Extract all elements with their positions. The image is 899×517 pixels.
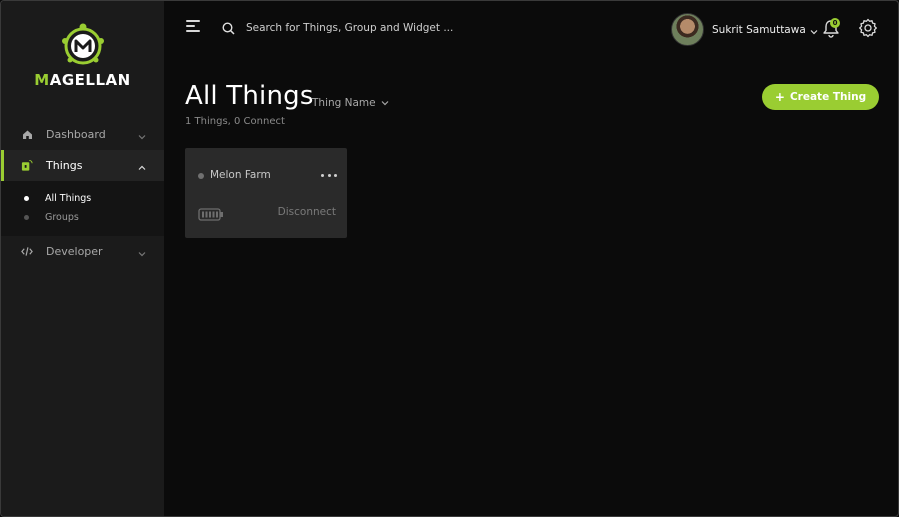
code-icon: [21, 246, 33, 258]
home-icon: [21, 129, 33, 141]
topbar: Sukrit Samuttawa 0: [164, 1, 898, 57]
create-thing-label: Create Thing: [789, 91, 867, 103]
submenu-item-label: All Things: [45, 193, 92, 204]
app-window: MAGELLAN Dashboard Things All Things Gro…: [0, 0, 899, 517]
sidebar-item-developer[interactable]: Developer: [1, 236, 164, 267]
user-name: Sukrit Samuttawa: [712, 23, 806, 36]
submenu-item-label: Groups: [45, 212, 79, 223]
bullet-icon: [24, 196, 29, 201]
chevron-down-icon: [381, 97, 389, 109]
user-menu[interactable]: Sukrit Samuttawa: [671, 13, 818, 46]
sidebar-item-things[interactable]: Things: [1, 150, 164, 181]
submenu-item-groups[interactable]: Groups: [1, 208, 164, 227]
submenu-item-all-things[interactable]: All Things: [1, 189, 164, 208]
main-content: All Things Thing Name 1 Things, 0 Connec…: [164, 57, 898, 516]
sidebar-item-label: Dashboard: [46, 128, 106, 141]
status-dot: [198, 173, 204, 179]
chevron-down-icon: [138, 130, 146, 143]
battery-icon: [198, 206, 224, 225]
sort-dropdown[interactable]: Thing Name: [312, 97, 389, 109]
gear-icon[interactable]: [858, 18, 878, 42]
search-input[interactable]: [246, 18, 546, 38]
things-summary: 1 Things, 0 Connect: [185, 116, 285, 127]
things-submenu: All Things Groups: [1, 181, 164, 236]
search-icon[interactable]: [222, 20, 235, 39]
page-title: All Things: [185, 81, 314, 111]
chevron-down-icon: [138, 247, 146, 260]
menu-toggle-icon[interactable]: [186, 20, 200, 32]
sidebar: MAGELLAN Dashboard Things All Things Gro…: [1, 1, 164, 516]
thing-name: Melon Farm: [210, 169, 271, 181]
avatar[interactable]: [671, 13, 704, 46]
sidebar-item-label: Things: [46, 159, 83, 172]
sidebar-nav: Dashboard Things All Things Groups Devel…: [1, 119, 164, 267]
thing-icon: [21, 159, 33, 172]
create-thing-button[interactable]: + Create Thing: [762, 84, 879, 110]
magellan-logo-icon: [61, 23, 104, 65]
bullet-icon: [24, 215, 29, 220]
sidebar-item-dashboard[interactable]: Dashboard: [1, 119, 164, 150]
sort-label: Thing Name: [312, 97, 376, 109]
connection-status: Disconnect: [277, 206, 336, 218]
logo-text: MAGELLAN: [34, 71, 131, 89]
sidebar-item-label: Developer: [46, 245, 103, 258]
plus-icon: +: [774, 90, 785, 104]
notification-badge: 0: [830, 18, 840, 28]
chevron-down-icon: [810, 20, 818, 39]
chevron-up-icon: [138, 161, 146, 174]
more-options-icon[interactable]: [321, 170, 337, 180]
logo[interactable]: MAGELLAN: [1, 21, 164, 89]
thing-card[interactable]: Melon Farm Disconnect: [185, 148, 347, 238]
